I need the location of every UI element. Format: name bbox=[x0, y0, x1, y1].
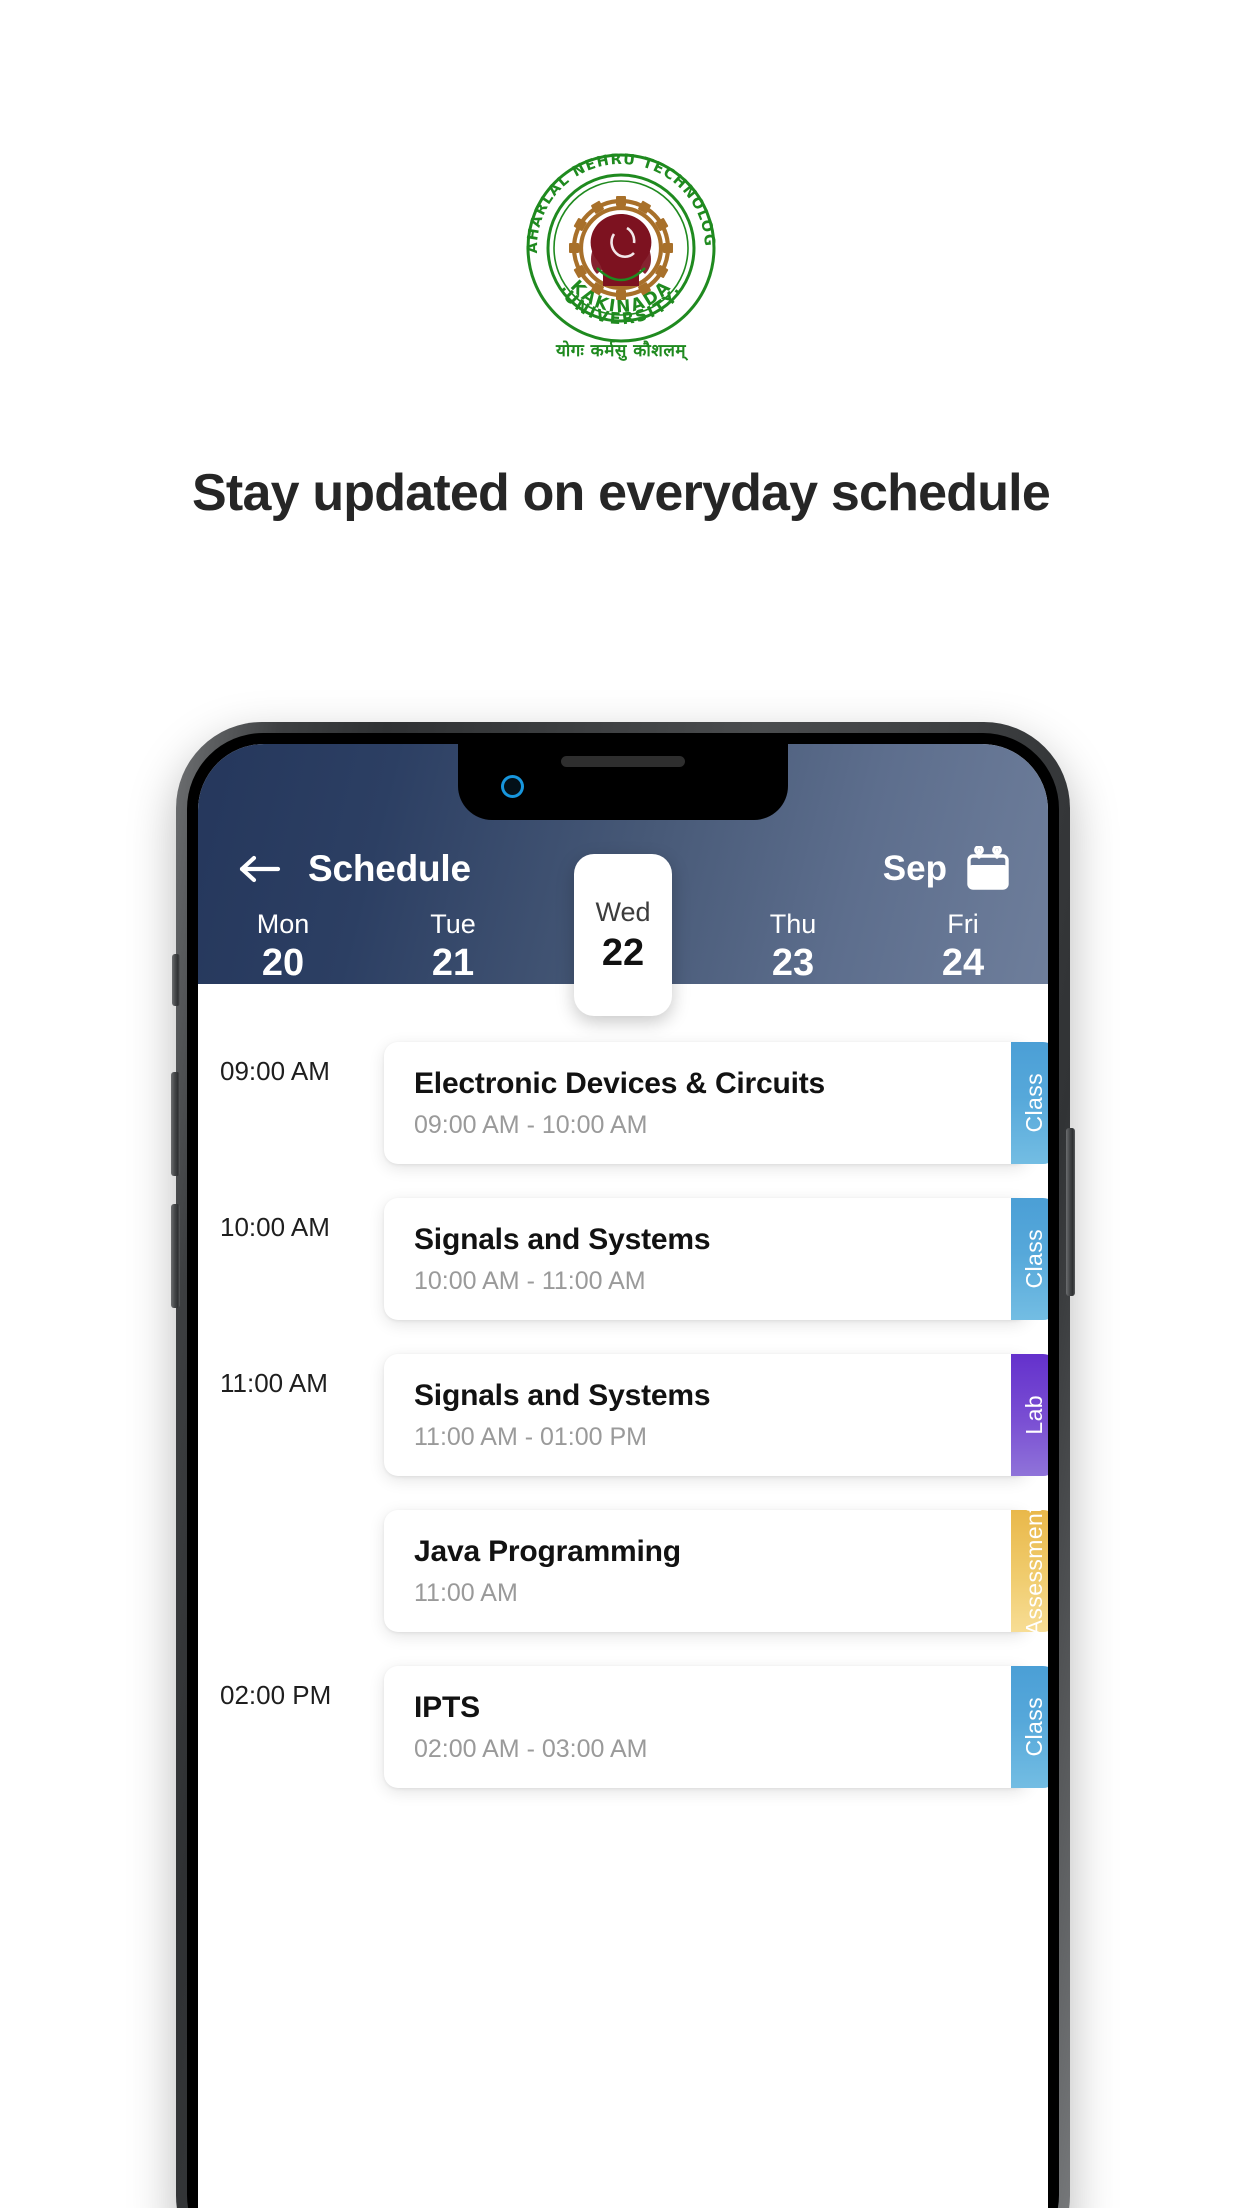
event-title: Java Programming bbox=[414, 1534, 681, 1568]
day-name: Tue bbox=[430, 908, 476, 939]
event-tag-class: Class bbox=[1011, 1198, 1048, 1320]
event-card[interactable]: Signals and Systems 10:00 AM - 11:00 AM … bbox=[384, 1198, 1048, 1320]
event-time-range: 02:00 AM - 03:00 AM bbox=[414, 1734, 648, 1763]
day-number: 22 bbox=[601, 931, 645, 974]
schedule-list: 09:00 AM Electronic Devices & Circuits 0… bbox=[198, 984, 1048, 1788]
event-card[interactable]: Java Programming 11:00 AM Assessment bbox=[384, 1506, 1048, 1636]
event-tag-assessment: Assessment bbox=[1011, 1506, 1048, 1636]
row-time-label bbox=[208, 1510, 384, 1524]
event-tag-label: Assessment bbox=[1020, 1506, 1047, 1636]
logo-container: JAWAHARLAL NEHRU TECHNOLOGICAL ·UNIVERSI… bbox=[0, 142, 1242, 361]
row-time-label: 10:00 AM bbox=[220, 1212, 330, 1242]
event-tag-label: Class bbox=[1020, 1229, 1047, 1289]
day-item-mon[interactable]: Mon 20 bbox=[198, 908, 368, 984]
day-name: Mon bbox=[256, 908, 310, 939]
event-tag-label: Class bbox=[1020, 1697, 1047, 1757]
calendar-icon[interactable] bbox=[966, 846, 1010, 892]
row-time-label: 02:00 PM bbox=[220, 1680, 332, 1710]
day-name: Fri bbox=[947, 908, 979, 939]
event-tag-class: Class bbox=[1011, 1666, 1048, 1788]
day-item-thu[interactable]: Thu 23 bbox=[708, 908, 878, 984]
schedule-row: 02:00 PM IPTS 02:00 AM - 03:00 AM Class bbox=[198, 1666, 1048, 1788]
back-arrow-icon[interactable] bbox=[236, 849, 284, 889]
day-name: Thu bbox=[769, 908, 817, 939]
row-time-label: 09:00 AM bbox=[220, 1056, 330, 1086]
volume-down-button[interactable] bbox=[171, 1204, 180, 1308]
silent-switch[interactable] bbox=[172, 954, 180, 1006]
event-tag-lab: Lab bbox=[1011, 1354, 1048, 1476]
jntu-kakinada-logo: JAWAHARLAL NEHRU TECHNOLOGICAL ·UNIVERSI… bbox=[515, 142, 727, 361]
earpiece-speaker bbox=[561, 756, 685, 767]
event-tag-label: Lab bbox=[1020, 1395, 1047, 1435]
day-number: 20 bbox=[261, 941, 305, 984]
event-card[interactable]: IPTS 02:00 AM - 03:00 AM Class bbox=[384, 1666, 1048, 1788]
day-selector[interactable]: Mon 20 Tue 21 Thu 23 Fri 24 Wed 22 bbox=[198, 854, 1048, 1016]
schedule-row: 10:00 AM Signals and Systems 10:00 AM - … bbox=[198, 1198, 1048, 1320]
phone-mockup: Schedule Sep Mon 20 Tue 21 Thu 23 Fri 24… bbox=[171, 722, 1075, 2208]
schedule-row: 09:00 AM Electronic Devices & Circuits 0… bbox=[198, 1042, 1048, 1164]
row-time-label: 11:00 AM bbox=[220, 1368, 328, 1398]
month-label[interactable]: Sep bbox=[883, 849, 947, 889]
day-item-wed-selected[interactable]: Wed 22 bbox=[574, 854, 672, 1016]
logo-motto: योगः कर्मसु कौशलम् bbox=[555, 341, 687, 361]
day-number: 24 bbox=[941, 941, 985, 984]
event-time-range: 09:00 AM - 10:00 AM bbox=[414, 1110, 648, 1139]
power-button[interactable] bbox=[1066, 1128, 1075, 1296]
phone-screen: Schedule Sep Mon 20 Tue 21 Thu 23 Fri 24… bbox=[198, 744, 1048, 2208]
event-card[interactable]: Signals and Systems 11:00 AM - 01:00 PM … bbox=[384, 1354, 1048, 1476]
header-right-group: Sep bbox=[883, 846, 1010, 892]
schedule-row: Java Programming 11:00 AM Assessment bbox=[198, 1506, 1048, 1636]
page-title-schedule: Schedule bbox=[308, 848, 471, 889]
event-title: IPTS bbox=[414, 1690, 480, 1724]
day-item-tue[interactable]: Tue 21 bbox=[368, 908, 538, 984]
event-time-range: 11:00 AM bbox=[414, 1578, 518, 1607]
day-number: 23 bbox=[771, 941, 815, 984]
event-title: Signals and Systems bbox=[414, 1378, 711, 1412]
schedule-row: 11:00 AM Signals and Systems 11:00 AM - … bbox=[198, 1354, 1048, 1476]
event-card[interactable]: Electronic Devices & Circuits 09:00 AM -… bbox=[384, 1042, 1048, 1164]
event-time-range: 11:00 AM - 01:00 PM bbox=[414, 1422, 647, 1451]
day-number: 21 bbox=[431, 941, 475, 984]
phone-notch bbox=[458, 744, 788, 820]
promo-screenshot: JAWAHARLAL NEHRU TECHNOLOGICAL ·UNIVERSI… bbox=[0, 0, 1242, 2208]
volume-up-button[interactable] bbox=[171, 1072, 180, 1176]
event-title: Electronic Devices & Circuits bbox=[414, 1066, 826, 1100]
event-tag-class: Class bbox=[1011, 1042, 1048, 1164]
day-item-fri[interactable]: Fri 24 bbox=[878, 908, 1048, 984]
event-tag-label: Class bbox=[1020, 1073, 1047, 1133]
front-camera-icon bbox=[504, 778, 521, 795]
event-time-range: 10:00 AM - 11:00 AM bbox=[414, 1266, 646, 1295]
event-title: Signals and Systems bbox=[414, 1222, 711, 1256]
day-name: Wed bbox=[595, 896, 651, 927]
page-title: Stay updated on everyday schedule bbox=[192, 464, 1051, 522]
